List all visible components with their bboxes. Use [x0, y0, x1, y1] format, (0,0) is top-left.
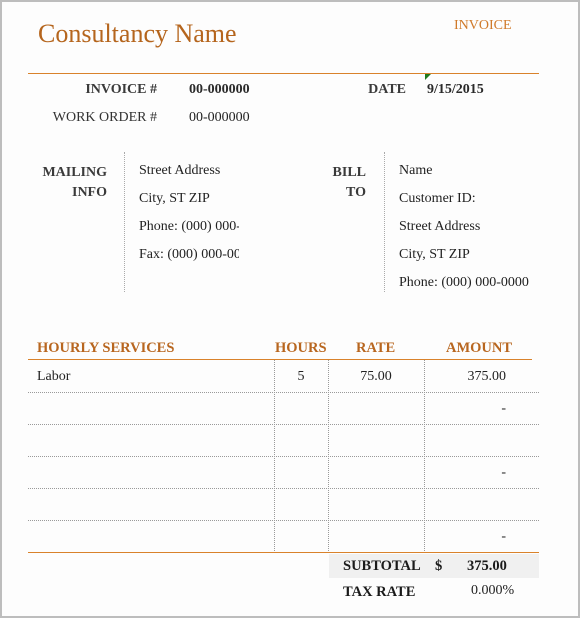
bill-customer-id[interactable]: Customer ID:: [399, 191, 529, 219]
mailing-street[interactable]: Street Address: [139, 163, 239, 191]
column-header-services: HOURLY SERVICES: [37, 340, 175, 356]
mailing-city[interactable]: City, ST ZIP: [139, 191, 239, 219]
comment-indicator-icon[interactable]: [425, 74, 431, 80]
tax-rate-label: TAX RATE: [343, 584, 416, 600]
invoice-number-value[interactable]: 00-000000: [189, 82, 250, 98]
mailing-label-line1: MAILING: [42, 165, 107, 180]
invoice-number-label: INVOICE #: [85, 82, 157, 97]
mailing-phone[interactable]: Phone: (000) 000-0000: [139, 219, 239, 247]
bill-label-line2: TO: [346, 185, 366, 200]
hours-cell[interactable]: 5: [274, 369, 328, 385]
bill-street[interactable]: Street Address: [399, 219, 529, 247]
mailing-fax[interactable]: Fax: (000) 000-0000: [139, 247, 239, 275]
tax-rate-value[interactable]: 0.000%: [471, 583, 514, 599]
date-value[interactable]: 9/15/2015: [427, 82, 484, 98]
company-name[interactable]: Consultancy Name: [38, 19, 237, 49]
header-divider: [28, 73, 539, 74]
currency-symbol: $: [435, 558, 443, 574]
bill-to-label: BILL TO: [333, 163, 366, 203]
column-header-hours: HOURS: [275, 340, 327, 356]
table-header-divider: [28, 359, 532, 360]
work-order-value[interactable]: 00-000000: [189, 110, 250, 126]
bill-name[interactable]: Name: [399, 163, 529, 191]
row-divider: [28, 424, 539, 425]
row-divider: [28, 456, 539, 457]
amount-cell: -: [501, 465, 506, 480]
amount-cell: -: [501, 529, 506, 544]
rate-cell[interactable]: 75.00: [328, 369, 424, 385]
service-cell[interactable]: Labor: [37, 369, 70, 385]
subtotal-value[interactable]: 375.00: [467, 558, 507, 575]
bill-city[interactable]: City, ST ZIP: [399, 247, 529, 275]
amount-cell: 375.00: [467, 369, 507, 384]
bill-to-divider: [384, 152, 385, 292]
column-header-amount: AMOUNT: [446, 340, 513, 356]
column-header-rate: RATE: [356, 340, 396, 356]
mailing-label-line2: INFO: [72, 185, 107, 200]
mailing-info-label: MAILING INFO: [42, 163, 107, 203]
bill-phone[interactable]: Phone: (000) 000-0000: [399, 275, 529, 303]
subtotal-label: SUBTOTAL: [343, 558, 421, 574]
amount-cell: -: [501, 401, 506, 416]
date-label: DATE: [368, 82, 406, 97]
bill-to-block: Name Customer ID: Street Address City, S…: [399, 163, 529, 303]
mailing-address-block: Street Address City, ST ZIP Phone: (000)…: [139, 163, 239, 275]
table-footer-divider: [28, 552, 539, 553]
mailing-divider: [124, 152, 125, 292]
row-divider: [28, 520, 539, 521]
row-divider: [28, 488, 539, 489]
bill-label-line1: BILL: [332, 165, 366, 180]
work-order-label: WORK ORDER #: [52, 110, 157, 125]
invoice-page: Consultancy Name INVOICE INVOICE # 00-00…: [0, 0, 580, 618]
row-divider: [28, 392, 539, 393]
document-type[interactable]: INVOICE: [454, 18, 512, 34]
